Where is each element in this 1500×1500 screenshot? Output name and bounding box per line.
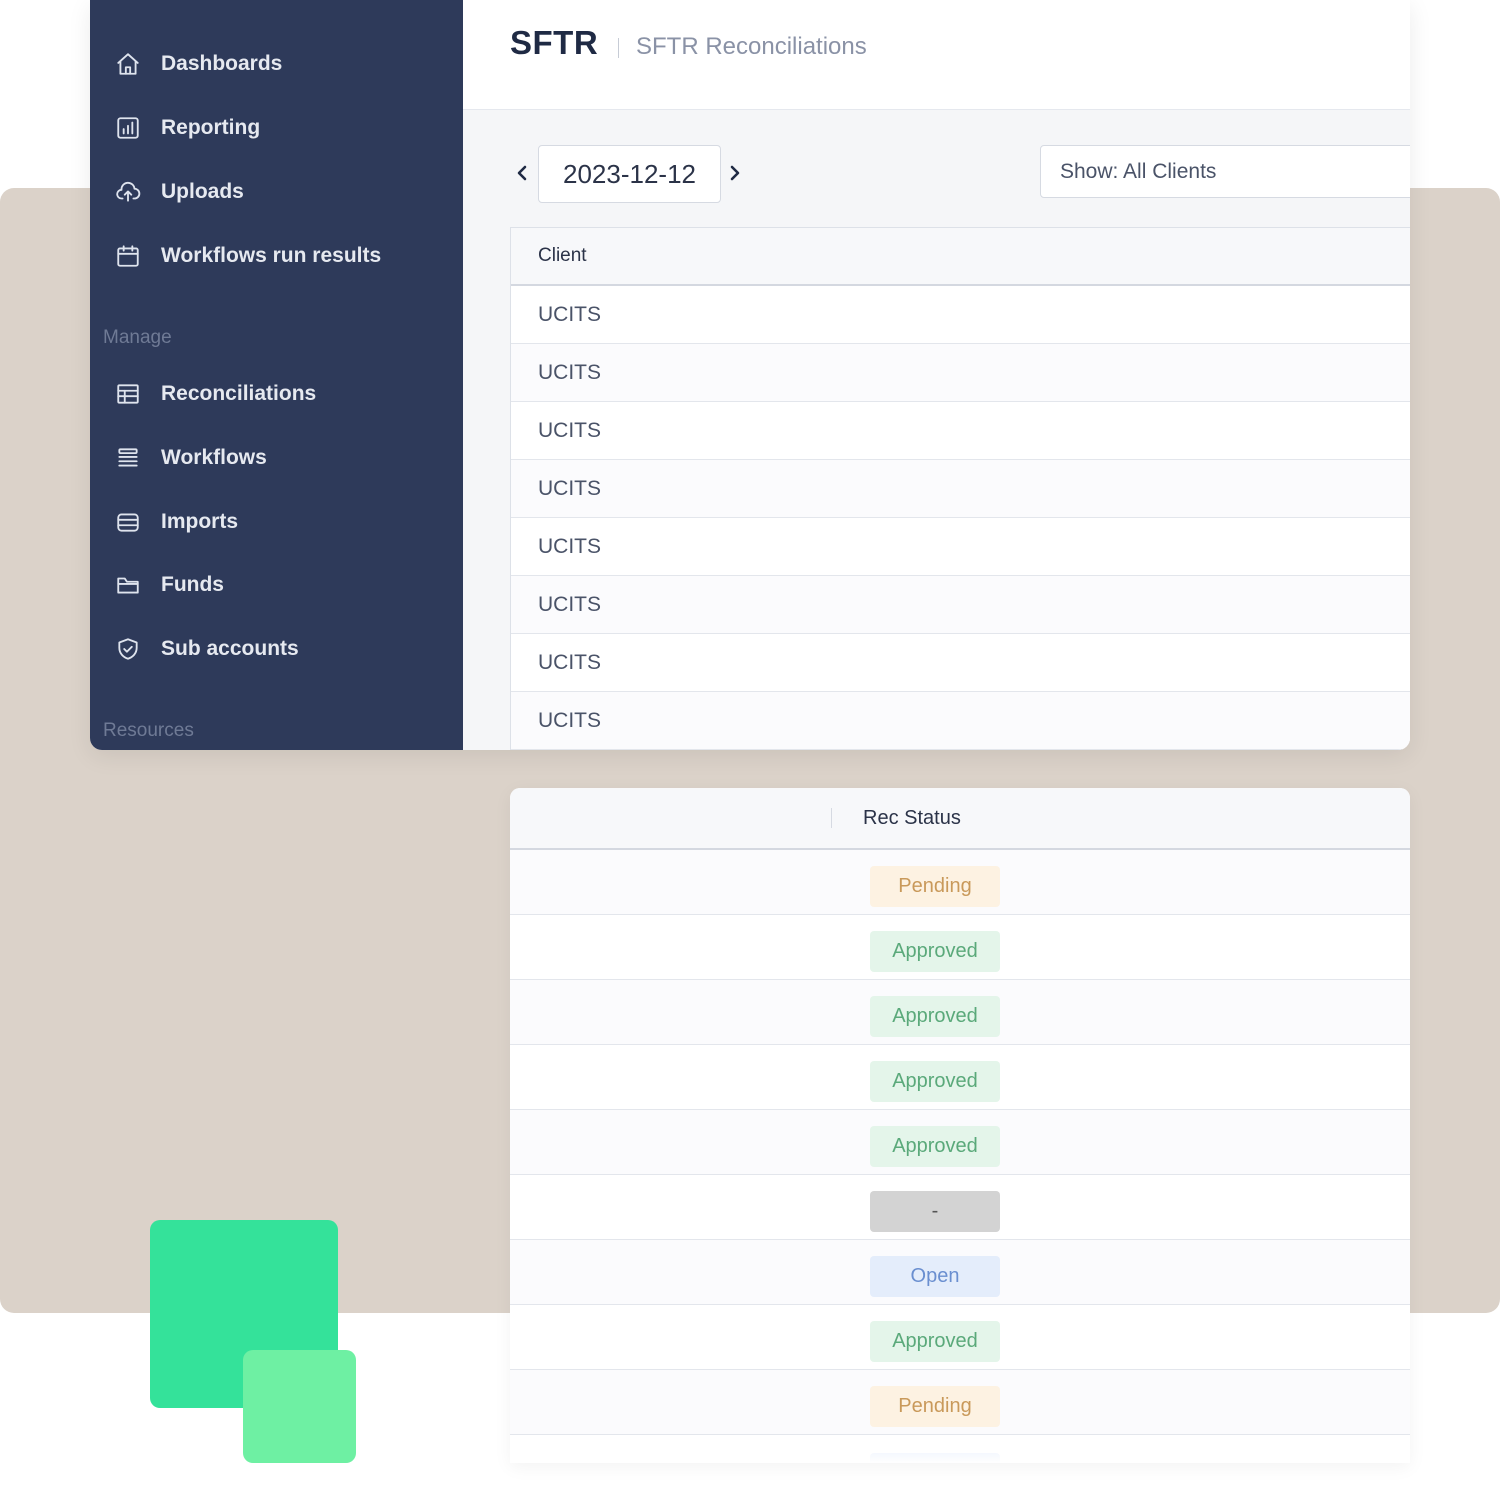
sidebar-item-workflows-run-results[interactable]: Workflows run results bbox=[114, 236, 381, 276]
chevron-right-icon bbox=[730, 165, 740, 181]
page-subtitle: SFTR Reconciliations bbox=[636, 33, 867, 60]
chevron-left-icon bbox=[517, 165, 527, 181]
sidebar-item-workflows[interactable]: Workflows bbox=[114, 438, 267, 478]
status-table-header: Rec Status bbox=[510, 788, 1410, 850]
status-badge: Pending bbox=[870, 1386, 1000, 1427]
calendar-icon bbox=[114, 242, 142, 270]
column-header-client[interactable]: Client bbox=[511, 228, 1410, 286]
status-badge: - bbox=[870, 1191, 1000, 1232]
sidebar-item-uploads[interactable]: Uploads bbox=[114, 172, 244, 212]
page-header: SFTR SFTR Reconciliations bbox=[463, 0, 1410, 110]
page-title: SFTR bbox=[510, 24, 599, 61]
app-window: Dashboards Reporting Uploads Workflows r… bbox=[90, 0, 1410, 750]
section-label-resources: Resources bbox=[103, 720, 194, 741]
database-icon bbox=[114, 508, 142, 536]
table-row[interactable]: Approved bbox=[510, 980, 1410, 1045]
column-divider bbox=[831, 808, 832, 828]
table-icon bbox=[114, 380, 142, 408]
sidebar-item-imports[interactable]: Imports bbox=[114, 502, 238, 542]
table-row[interactable]: Approved bbox=[510, 1305, 1410, 1370]
column-header-rec-status[interactable]: Rec Status bbox=[863, 807, 961, 830]
stack-icon bbox=[114, 444, 142, 472]
sidebar-item-label: Workflows run results bbox=[161, 244, 382, 267]
sidebar-item-label: Sub accounts bbox=[161, 637, 299, 660]
next-date-button[interactable] bbox=[723, 158, 747, 188]
sidebar-item-label: Uploads bbox=[161, 180, 244, 203]
sidebar-item-sub-accounts[interactable]: Sub accounts bbox=[114, 629, 299, 669]
shield-check-icon bbox=[114, 635, 142, 663]
section-label-manage: Manage bbox=[103, 327, 172, 348]
table-row[interactable]: Open bbox=[510, 1240, 1410, 1305]
status-badge: Approved bbox=[870, 1061, 1000, 1102]
folder-icon bbox=[114, 571, 142, 599]
sidebar-item-dashboards[interactable]: Dashboards bbox=[114, 44, 282, 84]
sidebar-item-label: Reporting bbox=[161, 116, 261, 139]
table-row[interactable]: Approved bbox=[510, 1110, 1410, 1175]
title-separator bbox=[618, 38, 619, 58]
sidebar-item-label: Reconciliations bbox=[161, 382, 317, 405]
table-row[interactable]: - bbox=[510, 1175, 1410, 1240]
fade-overlay bbox=[510, 1437, 1410, 1463]
previous-date-button[interactable] bbox=[510, 158, 534, 188]
date-picker[interactable]: 2023-12-12 bbox=[538, 145, 721, 203]
sidebar-item-reconciliations[interactable]: Reconciliations bbox=[114, 374, 316, 414]
table-row[interactable]: UCITS bbox=[511, 286, 1410, 344]
status-badge: Approved bbox=[870, 931, 1000, 972]
client-filter-select[interactable]: Show: All Clients bbox=[1040, 145, 1410, 198]
sidebar-item-label: Imports bbox=[161, 510, 239, 533]
client-table: Client UCITS UCITS UCITS UCITS UCITS UCI… bbox=[510, 227, 1410, 750]
sidebar-item-reporting[interactable]: Reporting bbox=[114, 108, 260, 148]
sidebar-item-funds[interactable]: Funds bbox=[114, 565, 224, 605]
rec-status-panel: Rec Status Pending Approved Approved App… bbox=[510, 788, 1410, 1463]
sidebar-item-label: Dashboards bbox=[161, 52, 283, 75]
status-badge: Open bbox=[870, 1256, 1000, 1297]
table-row[interactable]: UCITS bbox=[511, 576, 1410, 634]
table-row[interactable]: UCITS bbox=[511, 634, 1410, 692]
status-badge: Pending bbox=[870, 866, 1000, 907]
table-row[interactable]: Pending bbox=[510, 850, 1410, 915]
table-row[interactable]: Pending bbox=[510, 1370, 1410, 1435]
table-row[interactable]: UCITS bbox=[511, 344, 1410, 402]
table-row[interactable]: UCITS bbox=[511, 460, 1410, 518]
home-icon bbox=[114, 50, 142, 78]
table-row[interactable]: UCITS bbox=[511, 692, 1410, 750]
table-row[interactable]: Approved bbox=[510, 1045, 1410, 1110]
chart-icon bbox=[114, 114, 142, 142]
sidebar: Dashboards Reporting Uploads Workflows r… bbox=[90, 0, 463, 750]
status-badge: Approved bbox=[870, 996, 1000, 1037]
sidebar-item-label: Workflows bbox=[161, 446, 267, 469]
status-badge: Approved bbox=[870, 1321, 1000, 1362]
decorative-square-small bbox=[243, 1350, 356, 1463]
table-row[interactable]: UCITS bbox=[511, 518, 1410, 576]
status-badge: Approved bbox=[870, 1126, 1000, 1167]
cloud-upload-icon bbox=[114, 178, 142, 206]
sidebar-item-label: Funds bbox=[161, 573, 224, 596]
table-row[interactable]: Approved bbox=[510, 915, 1410, 980]
table-row[interactable]: UCITS bbox=[511, 402, 1410, 460]
